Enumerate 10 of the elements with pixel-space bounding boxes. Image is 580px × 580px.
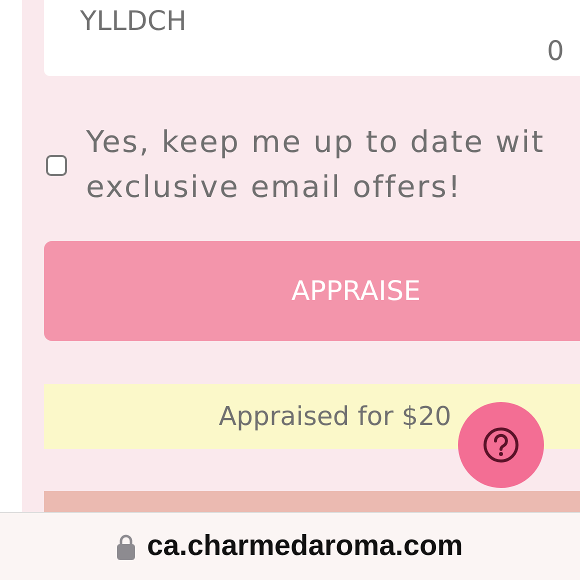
code-text: YLLDCH — [80, 6, 187, 37]
url-text: ca.charmedaroma.com — [147, 530, 463, 563]
result-text: Appraised for $20 — [218, 402, 452, 432]
help-icon — [482, 426, 520, 464]
checkbox-label: exclusive email offers! — [86, 169, 463, 207]
checkbox-label: Yes, keep me up to date wit — [86, 124, 545, 162]
count-text: 0 — [546, 36, 564, 67]
lock-icon — [117, 534, 136, 560]
address-bar[interactable]: ca.charmedaroma.com — [0, 512, 580, 580]
checkbox[interactable] — [46, 154, 67, 176]
